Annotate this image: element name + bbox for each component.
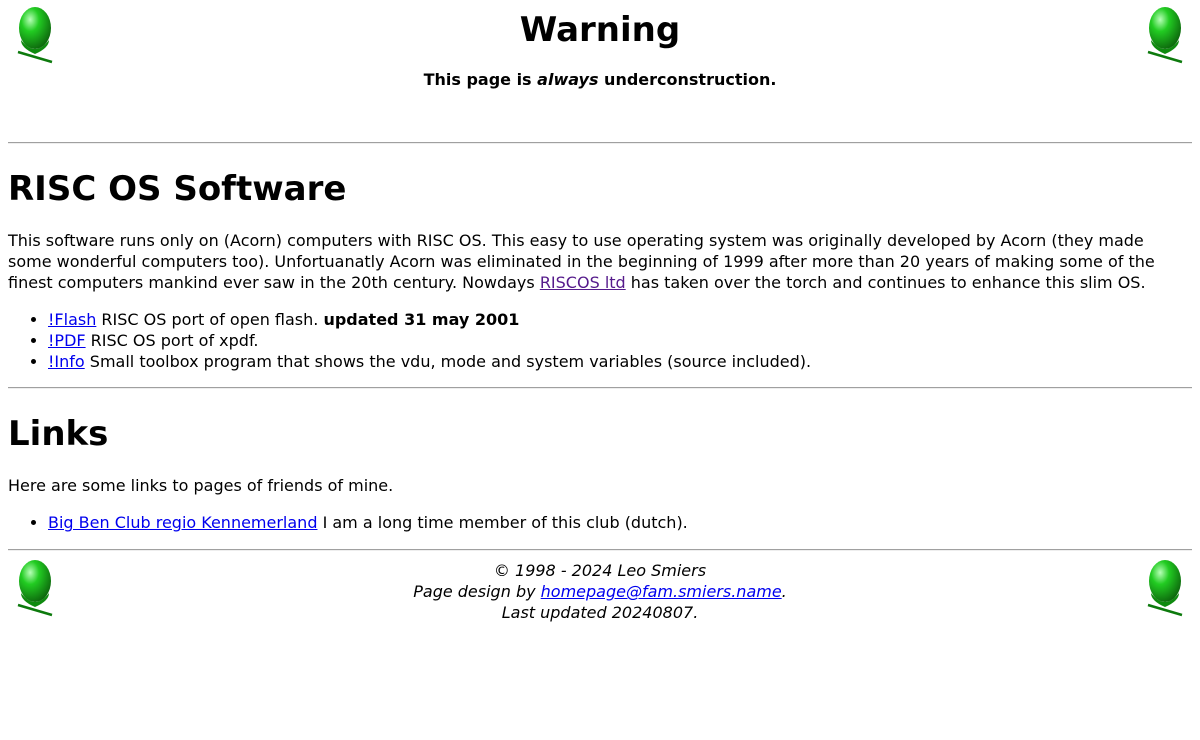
- software-list: !Flash RISC OS port of open flash. updat…: [8, 309, 1192, 372]
- big-ben-club-description: I am a long time member of this club (du…: [317, 513, 688, 532]
- info-link[interactable]: !Info: [48, 352, 85, 371]
- pdf-link[interactable]: !PDF: [48, 331, 86, 350]
- warning-notice-emphasis: always: [537, 70, 599, 89]
- copyright: © 1998 - 2024 Leo Smiers: [493, 561, 707, 580]
- acorn-icon: [17, 560, 53, 617]
- list-item: Big Ben Club regio Kennemerland I am a l…: [48, 512, 1192, 533]
- page-design-credit: Page design by homepage@fam.smiers.name.: [8, 581, 1192, 602]
- warning-notice: This page is always underconstruction.: [8, 70, 1192, 90]
- acorn-icon: [17, 7, 53, 64]
- warning-notice-prefix: This page is: [423, 70, 538, 89]
- big-ben-club-link[interactable]: Big Ben Club regio Kennemerland: [48, 513, 317, 532]
- riscos-ltd-link[interactable]: RISCOS ltd: [540, 273, 626, 292]
- design-prefix: Page design by: [413, 582, 541, 601]
- design-suffix: .: [781, 582, 787, 601]
- software-intro: This software runs only on (Acorn) compu…: [8, 230, 1192, 293]
- warning-notice-suffix: underconstruction.: [598, 70, 777, 89]
- divider: [8, 142, 1192, 144]
- info-description: Small toolbox program that shows the vdu…: [84, 352, 812, 371]
- links-heading: Links: [8, 414, 109, 454]
- acorn-icon: [1147, 560, 1183, 617]
- page: Warning This page is always underconstru…: [0, 0, 1200, 740]
- list-item: !PDF RISC OS port of xpdf.: [48, 330, 1192, 351]
- email-link[interactable]: homepage@fam.smiers.name: [541, 582, 782, 601]
- acorn-icon: [1147, 7, 1183, 64]
- last-updated: Last updated 20240807.: [501, 603, 699, 622]
- software-heading: RISC OS Software: [8, 169, 347, 209]
- software-intro-text-end: has taken over the torch and continues t…: [625, 273, 1146, 292]
- footer: © 1998 - 2024 Leo Smiers Page design by …: [8, 551, 1192, 640]
- divider: [8, 387, 1192, 389]
- pdf-description: RISC OS port of xpdf.: [85, 331, 259, 350]
- warning-header: Warning This page is always underconstru…: [8, 0, 1192, 112]
- links-list: Big Ben Club regio Kennemerland I am a l…: [8, 512, 1192, 533]
- links-intro: Here are some links to pages of friends …: [8, 476, 394, 495]
- flash-link[interactable]: !Flash: [48, 310, 96, 329]
- flash-update-note: updated 31 may 2001: [323, 310, 520, 329]
- list-item: !Flash RISC OS port of open flash. updat…: [48, 309, 1192, 330]
- flash-description: RISC OS port of open flash.: [96, 310, 324, 329]
- list-item: !Info Small toolbox program that shows t…: [48, 351, 1192, 372]
- page-title: Warning: [519, 10, 681, 50]
